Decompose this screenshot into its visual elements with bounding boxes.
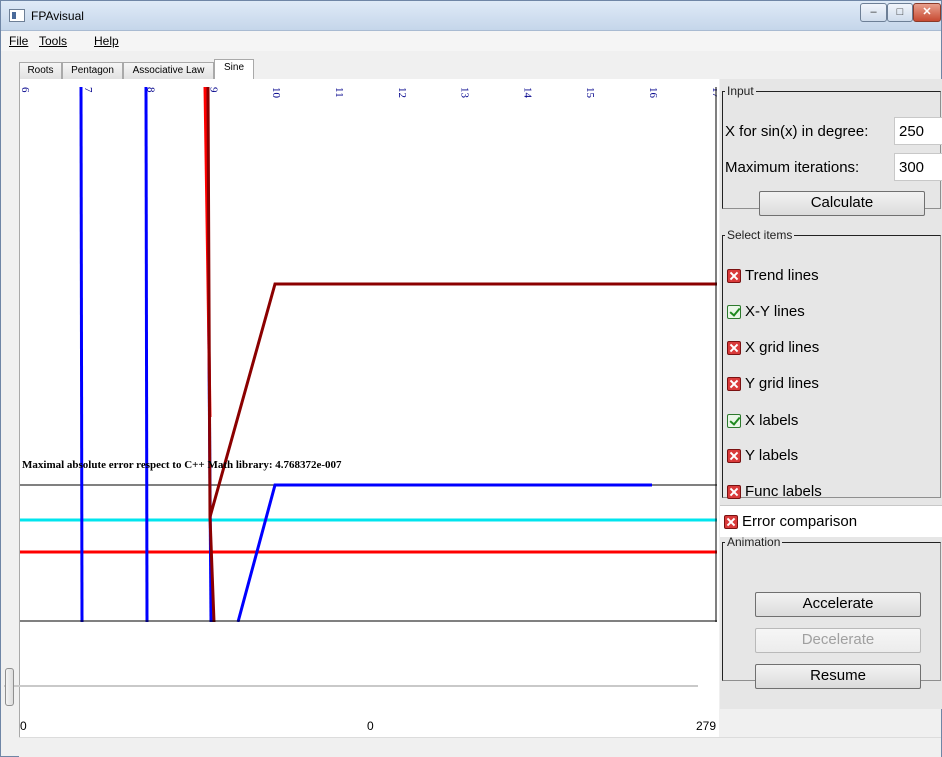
slider-min-label: 0 bbox=[20, 719, 27, 733]
maximize-button[interactable]: □ bbox=[887, 3, 913, 22]
checked-icon bbox=[727, 414, 741, 428]
xy-lines-label: X-Y lines bbox=[745, 303, 805, 320]
input-legend: Input bbox=[727, 84, 754, 98]
control-panel: Input X for sin(x) in degree: Maximum it… bbox=[720, 79, 942, 709]
menu-file-label: File bbox=[9, 34, 29, 48]
slider-value-label: 0 bbox=[367, 719, 374, 733]
func-labels-label: Func labels bbox=[745, 483, 822, 500]
x-tick-label: 15 bbox=[584, 87, 596, 99]
max-iterations-label: Maximum iterations: bbox=[725, 159, 860, 176]
application-window: FPAvisual – □ ✕ File Tools Help Roots Pe… bbox=[0, 0, 942, 757]
menu-help[interactable]: Help bbox=[94, 34, 119, 48]
minimize-button[interactable]: – bbox=[860, 3, 887, 22]
x-labels-label: X labels bbox=[745, 412, 799, 429]
menu-bar: File Tools Help bbox=[1, 31, 941, 51]
x-tick-label: 6 bbox=[20, 87, 31, 93]
error-comparison-row: Error comparison bbox=[720, 505, 942, 537]
tab-associative-law[interactable]: Associative Law bbox=[123, 62, 214, 79]
accelerate-button[interactable]: Accelerate bbox=[755, 592, 921, 617]
slider-track[interactable] bbox=[4, 685, 698, 687]
menu-tools-label: Tools bbox=[39, 34, 68, 48]
error-comparison-label: Error comparison bbox=[742, 513, 858, 530]
tab-pentagon[interactable]: Pentagon bbox=[62, 62, 123, 79]
unchecked-icon bbox=[727, 341, 741, 355]
sine-plot: 6 7 8 9 10 11 12 13 14 15 16 17 Maximal absolute er bbox=[20, 87, 717, 622]
menu-file[interactable]: File bbox=[9, 34, 28, 48]
select-items-legend: Select items bbox=[727, 228, 793, 242]
unchecked-icon bbox=[727, 485, 741, 499]
calculate-button[interactable]: Calculate bbox=[759, 191, 925, 216]
unchecked-icon bbox=[724, 515, 738, 529]
menu-tools[interactable]: Tools bbox=[39, 34, 67, 48]
input-group: Input X for sin(x) in degree: Maximum it… bbox=[722, 84, 942, 216]
dark-red-trend-line bbox=[206, 87, 717, 518]
unchecked-icon bbox=[727, 269, 741, 283]
x-tick-label: 10 bbox=[270, 87, 282, 99]
blue-vertical-line-7 bbox=[79, 87, 84, 622]
blue-vertical-line-8 bbox=[144, 87, 149, 622]
unchecked-icon bbox=[727, 449, 741, 463]
x-tick-label: 16 bbox=[647, 87, 659, 99]
y-labels-label: Y labels bbox=[745, 447, 799, 464]
animation-group: Animation Accelerate Decelerate Resume bbox=[722, 535, 941, 689]
y-grid-lines-label: Y grid lines bbox=[745, 375, 819, 392]
unchecked-icon bbox=[727, 377, 741, 391]
sine-visualization-panel: 6 7 8 9 10 11 12 13 14 15 16 17 Maximal absolute er bbox=[19, 79, 719, 744]
slider-max-label: 279 bbox=[696, 719, 717, 733]
window-title: FPAvisual bbox=[31, 9, 84, 23]
x-tick-label: 11 bbox=[333, 87, 345, 98]
resume-button[interactable]: Resume bbox=[755, 664, 921, 689]
slider-handle[interactable] bbox=[5, 668, 14, 706]
app-icon bbox=[9, 9, 25, 22]
max-error-text: Maximal absolute error respect to C++ Ma… bbox=[22, 459, 342, 471]
x-degree-input[interactable] bbox=[894, 117, 942, 145]
x-tick-label: 13 bbox=[459, 87, 471, 99]
close-button[interactable]: ✕ bbox=[913, 3, 941, 22]
menu-help-label: Help bbox=[94, 34, 119, 48]
x-tick-label: 14 bbox=[521, 87, 533, 99]
x-tick-label: 12 bbox=[396, 87, 408, 98]
decelerate-button[interactable]: Decelerate bbox=[755, 628, 921, 653]
tab-roots[interactable]: Roots bbox=[19, 62, 62, 79]
select-items-group: Select items Trend lines X-Y lines X gri… bbox=[722, 228, 941, 500]
x-degree-label: X for sin(x) in degree: bbox=[725, 123, 869, 140]
animation-legend: Animation bbox=[727, 535, 781, 549]
max-iterations-input[interactable] bbox=[894, 153, 942, 181]
checked-icon bbox=[727, 305, 741, 319]
tab-sine[interactable]: Sine bbox=[214, 59, 254, 80]
title-bar[interactable]: FPAvisual – □ ✕ bbox=[1, 1, 941, 31]
x-grid-lines-label: X grid lines bbox=[745, 339, 820, 356]
x-tick-label: 7 bbox=[82, 87, 94, 93]
trend-lines-label: Trend lines bbox=[745, 267, 819, 284]
status-bar bbox=[19, 737, 941, 757]
